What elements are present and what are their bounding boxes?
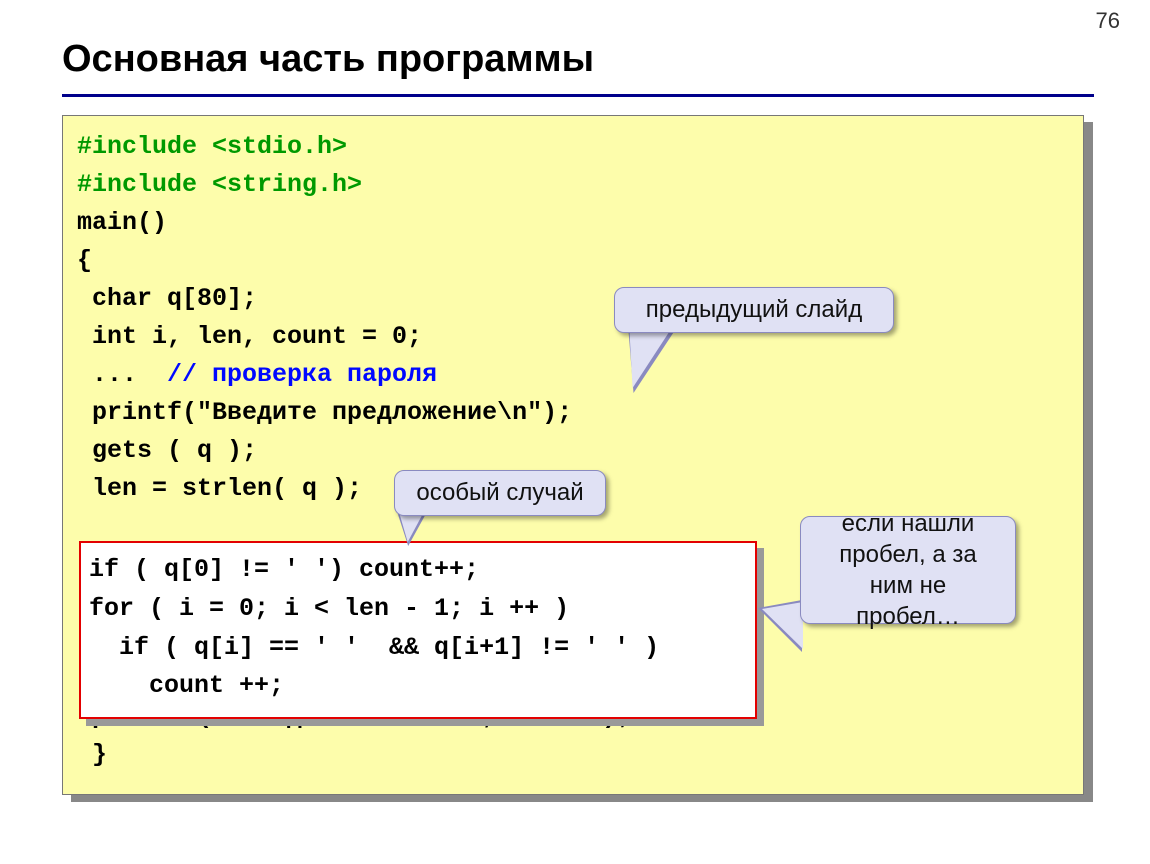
code-line: if ( q[i] == ' ' && q[i+1] != ' ' ): [89, 633, 659, 662]
code-line: ...: [77, 360, 167, 389]
code-line: {: [77, 246, 92, 275]
code-line: #include <stdio.h>: [77, 132, 347, 161]
code-line: len = strlen( q );: [77, 474, 362, 503]
callout-found-space: если нашли пробел, а за ним не пробел…: [800, 516, 1016, 624]
code-line: count ++;: [89, 671, 284, 700]
slide: 76 Основная часть программы #include <st…: [0, 0, 1150, 864]
code-line: if ( q[0] != ' ') count++;: [89, 555, 479, 584]
code-line: printf("Введите предложение\n");: [77, 398, 572, 427]
code-comment: // проверка пароля: [167, 360, 437, 389]
code-line: #include <string.h>: [77, 170, 362, 199]
title-rule: [62, 94, 1094, 97]
highlight-box: if ( q[0] != ' ') count++; for ( i = 0; …: [79, 541, 757, 719]
slide-title: Основная часть программы: [62, 38, 594, 81]
callout-special-case: особый случай: [394, 470, 606, 516]
page-number: 76: [1096, 8, 1120, 34]
code-line: char q[80];: [77, 284, 257, 313]
code-line: for ( i = 0; i < len - 1; i ++ ): [89, 594, 569, 623]
code-line: int i, len, count = 0;: [77, 322, 422, 351]
callout-prev-slide: предыдущий слайд: [614, 287, 894, 333]
code-line: }: [77, 740, 107, 769]
code-line: gets ( q );: [77, 436, 257, 465]
code-line: main(): [77, 208, 167, 237]
callout-tail: [762, 602, 803, 649]
